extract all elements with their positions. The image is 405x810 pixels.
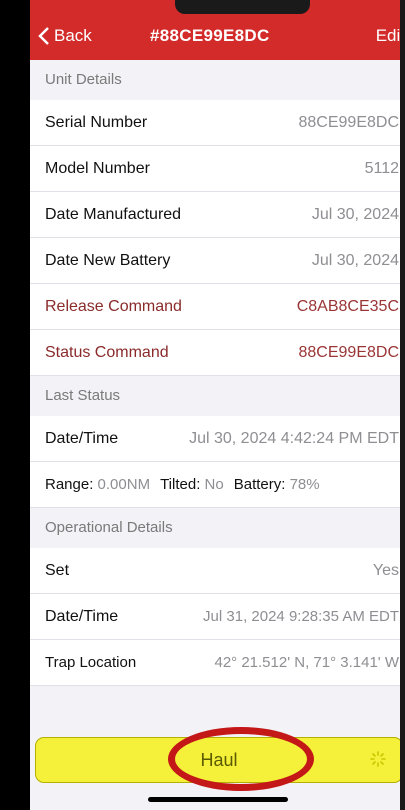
release-command-row[interactable]: Release Command C8AB8CE35C [30, 284, 405, 330]
row-value: Jul 30, 2024 4:42:24 PM EDT [189, 429, 399, 447]
row-label: Release Command [45, 297, 182, 315]
section-header-operational-details: Operational Details [30, 508, 405, 548]
range-value: 0.00NM [97, 476, 151, 493]
back-button[interactable]: Back [38, 26, 92, 46]
status-summary-row: Range: 0.00NM Tilted: No Battery: 78% [30, 462, 405, 508]
row-label: Set [45, 561, 70, 579]
chevron-left-icon [38, 27, 49, 45]
tilted-label: Tilted: [160, 476, 201, 493]
tilted-value: No [204, 476, 224, 493]
battery-label: Battery: [233, 476, 286, 493]
row-value: 88CE99E8DC [298, 343, 400, 361]
row-value: C8AB8CE35C [296, 297, 399, 315]
range-label: Range: [45, 476, 94, 493]
device-edge [400, 0, 405, 810]
detail-list: Unit Details Serial Number 88CE99E8DC Mo… [30, 60, 405, 686]
section-header-unit-details: Unit Details [30, 60, 405, 100]
set-row: Set Yes [30, 548, 405, 594]
app-screen: Back #88CE99E8DC Edit Unit Details Seria… [30, 0, 405, 810]
row-value: Jul 30, 2024 [311, 251, 399, 269]
row-value: 42° 21.512' N, 71° 3.141' W [214, 654, 399, 671]
navigation-bar: Back #88CE99E8DC Edit [30, 0, 405, 60]
row-label: Date/Time [45, 607, 119, 625]
loading-spinner-icon [370, 751, 386, 767]
row-value: Jul 30, 2024 [311, 205, 399, 223]
row-label: Date Manufactured [45, 205, 182, 223]
row-value: Jul 31, 2024 9:28:35 AM EDT [203, 608, 399, 625]
haul-button[interactable]: Haul [35, 737, 403, 783]
row-label: Date/Time [45, 429, 119, 447]
trap-location-row: Trap Location 42° 21.512' N, 71° 3.141' … [30, 640, 405, 686]
battery-value: 78% [289, 476, 320, 493]
date-new-battery-row: Date New Battery Jul 30, 2024 [30, 238, 405, 284]
device-notch [175, 0, 310, 14]
date-manufactured-row: Date Manufactured Jul 30, 2024 [30, 192, 405, 238]
section-header-last-status: Last Status [30, 376, 405, 416]
row-label: Trap Location [45, 654, 137, 671]
row-label: Model Number [45, 159, 150, 177]
page-title: #88CE99E8DC [150, 26, 270, 45]
status-command-row[interactable]: Status Command 88CE99E8DC [30, 330, 405, 376]
home-indicator [148, 797, 288, 802]
model-number-row: Model Number 5112 [30, 146, 405, 192]
back-label: Back [54, 26, 92, 45]
row-label: Date New Battery [45, 251, 171, 269]
row-label: Serial Number [45, 113, 148, 131]
row-label: Status Command [45, 343, 169, 361]
row-value: 88CE99E8DC [298, 113, 400, 131]
serial-number-row: Serial Number 88CE99E8DC [30, 100, 405, 146]
last-status-datetime-row: Date/Time Jul 30, 2024 4:42:24 PM EDT [30, 416, 405, 462]
haul-label: Haul [200, 749, 238, 770]
row-value: 5112 [364, 159, 399, 177]
row-value: Yes [372, 561, 399, 579]
operational-datetime-row: Date/Time Jul 31, 2024 9:28:35 AM EDT [30, 594, 405, 640]
